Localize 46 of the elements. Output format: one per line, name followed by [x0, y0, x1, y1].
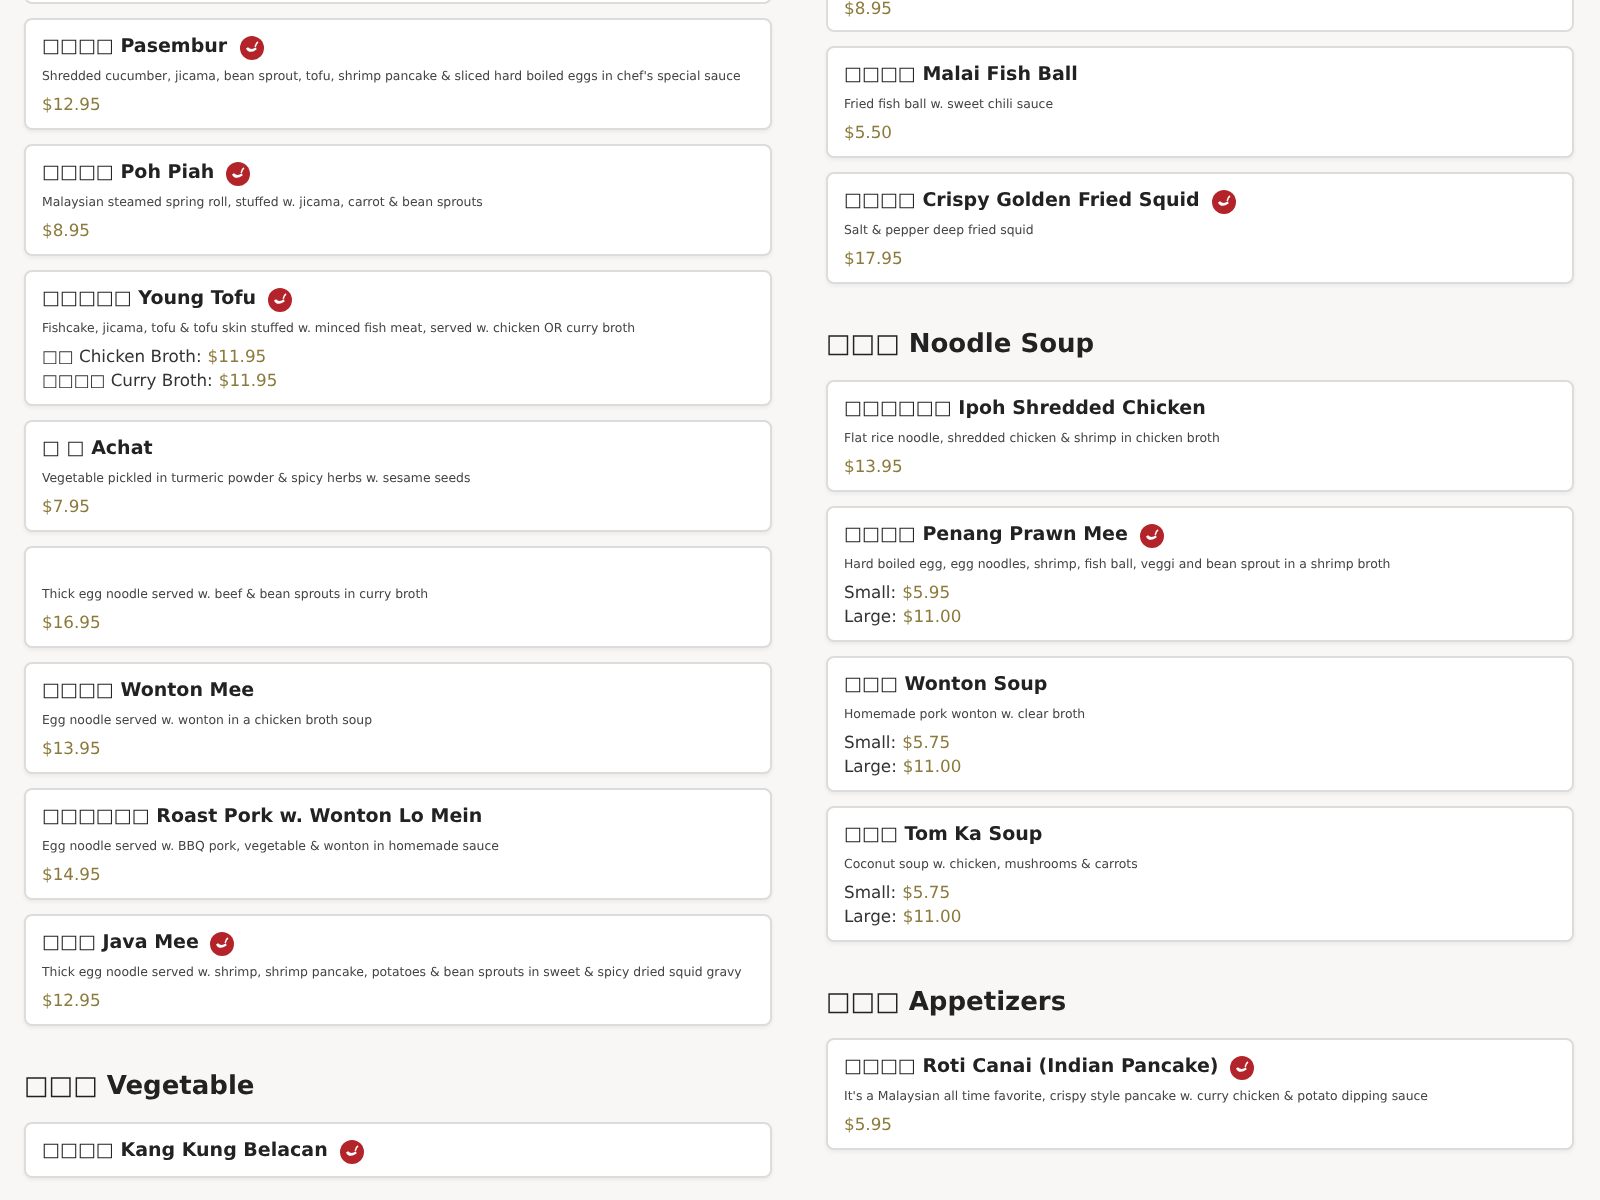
price: $5.95	[902, 582, 951, 604]
price: $5.50	[844, 122, 892, 144]
price: $5.75	[902, 732, 951, 754]
price: $13.95	[844, 456, 903, 478]
price: $13.95	[42, 738, 101, 760]
price-label: Large:	[844, 756, 897, 778]
dish-name: □□□ Wonton Soup	[844, 673, 1048, 697]
price: $14.95	[42, 864, 101, 886]
price: $5.75	[902, 882, 951, 904]
dish-name: □□□ Tom Ka Soup	[844, 823, 1043, 847]
dish-name: □□□□□□ Roast Pork w. Wonton Lo Mein	[42, 805, 483, 829]
price: $11.95	[218, 370, 278, 392]
dish-name: □□□□ Kang Kung Belacan	[42, 1139, 328, 1163]
dish-name: □□□□ Crispy Golden Fried Squid	[844, 189, 1200, 213]
price: $16.95	[42, 612, 101, 634]
price: $11.95	[207, 346, 267, 368]
price: $12.95	[42, 990, 101, 1012]
price: $11.00	[902, 756, 962, 778]
dish-name: □□□□ Pasembur	[42, 35, 228, 59]
price-label: Small:	[844, 882, 897, 904]
dish-name: □□□□□□ Ipoh Shredded Chicken	[844, 397, 1206, 421]
section-heading: □□□ Appetizers	[826, 988, 1069, 1020]
dish-name: □□□□ Poh Piah	[42, 161, 215, 185]
price: $8.95	[42, 220, 90, 242]
section-heading: □□□ Noodle Soup	[826, 330, 1097, 362]
price-label: Large:	[844, 906, 897, 928]
dish-name: □□□□ Malai Fish Ball	[844, 63, 1078, 87]
dish-name: □□□□ Penang Prawn Mee	[844, 523, 1128, 547]
price-label: Small:	[844, 582, 897, 604]
price: $17.95	[844, 248, 903, 270]
price: $11.00	[902, 906, 962, 928]
dish-name: □□□□ Wonton Mee	[42, 679, 255, 703]
price-label: Large:	[844, 606, 897, 628]
price-label: □□□□ Curry Broth:	[42, 370, 213, 392]
dish-name: □□□□□ Young Tofu	[42, 287, 256, 311]
dish-name: □□□ Java Mee	[42, 931, 199, 955]
price-label: □□ Chicken Broth:	[42, 346, 202, 368]
price: $11.00	[902, 606, 962, 628]
price: $7.95	[42, 496, 90, 518]
section-heading: □□□ Vegetable	[24, 1072, 257, 1104]
price: $5.95	[844, 1114, 892, 1136]
price: $12.95	[42, 94, 101, 116]
dish-name: □ □ Achat	[42, 437, 153, 461]
dish-name: □□□□ Roti Canai (Indian Pancake)	[844, 1055, 1219, 1079]
price: $8.95	[844, 0, 892, 20]
price-label: Small:	[844, 732, 897, 754]
